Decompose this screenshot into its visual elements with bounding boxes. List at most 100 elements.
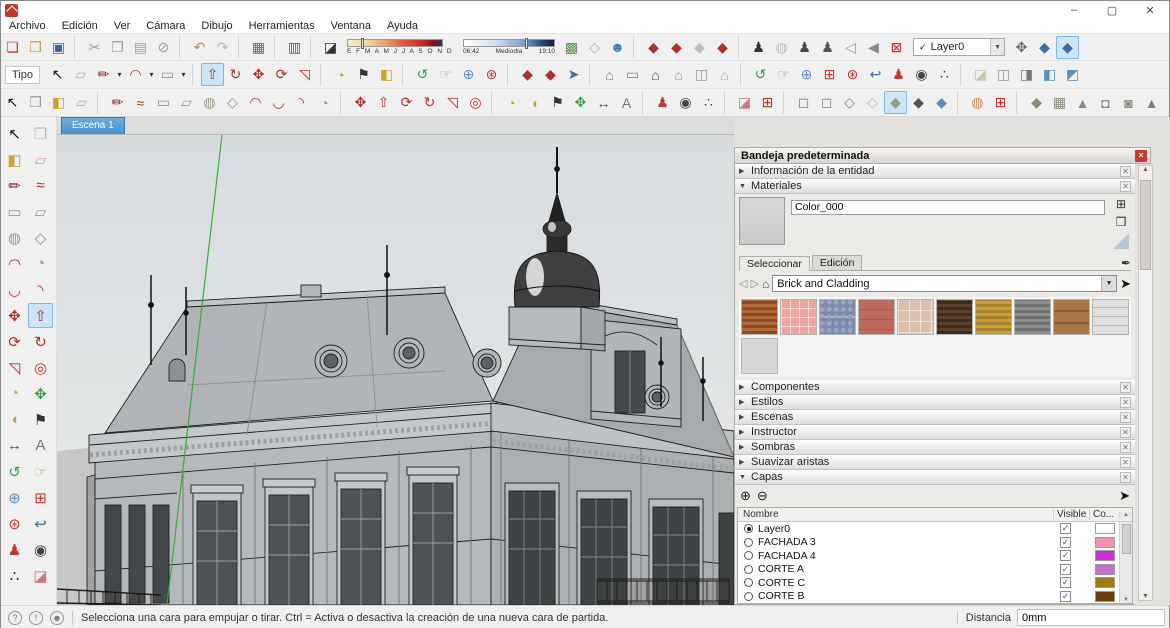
details-arrow-icon[interactable]: ➤ [1120,276,1131,292]
polygon-tool[interactable]: ◇ [28,225,53,250]
materials-tab[interactable]: Edición [812,255,862,270]
export-tool[interactable]: ➤ [562,63,585,86]
text-tool[interactable]: ⚑ [546,91,569,114]
scene-tab[interactable]: Escena 1 [61,117,125,134]
layer-radio[interactable] [744,538,753,547]
view-back-tool[interactable]: ◫ [690,63,713,86]
back-edges-cube-tool[interactable]: ◆ [1033,36,1056,59]
pan-tool[interactable]: ☞ [772,63,795,86]
paint-bucket-tool[interactable]: ◧ [375,63,398,86]
shadow-month-slider[interactable]: E F M A M J J A S O N D [347,39,453,55]
rectangle-tool[interactable]: ▭ [2,199,27,224]
section-close-icon[interactable]: ✕ [1120,166,1131,177]
help-icon[interactable]: ? [8,611,22,625]
zoom-extents-tool[interactable]: ⊛ [841,63,864,86]
info-icon[interactable]: ! [29,611,43,625]
push-pull-tool[interactable]: ⇧ [201,63,224,86]
circle-tool[interactable]: ◍ [2,225,27,250]
display-section-cuts-tool[interactable]: ◨ [1015,63,1038,86]
red-grid-tool[interactable]: ⊞ [989,91,1012,114]
select-tool[interactable]: ↖ [2,121,27,146]
open-file-tool[interactable]: ❒ [24,36,47,59]
panel-section-header[interactable]: ▶ Sombras ✕ [735,440,1135,455]
new-file-tool[interactable]: ❏ [1,36,24,59]
section-close-icon[interactable]: ✕ [1120,181,1131,192]
offset-tool[interactable]: ◎ [28,355,53,380]
eraser-tool[interactable]: ▱ [28,147,53,172]
layer-radio[interactable] [744,551,753,560]
shaded-style-tool[interactable]: ◆ [884,91,907,114]
details-arrow-icon[interactable]: ➤ [1119,488,1130,504]
layer-visible-checkbox[interactable]: ✓ [1060,523,1071,534]
sample-paint-icon[interactable]: ✒ [1121,256,1131,270]
axes-tool[interactable]: ✥ [28,381,53,406]
month-slider-handle[interactable] [361,38,364,49]
layer-color-swatch[interactable] [1095,577,1115,588]
print-tool[interactable]: ▦ [247,36,270,59]
layer-visible-checkbox[interactable]: ✓ [1060,537,1071,548]
view-top-tool[interactable]: ▭ [621,63,644,86]
eraser-tool[interactable]: ▱ [69,63,92,86]
view-left-tool[interactable]: ⌂ [713,63,736,86]
scroll-thumb[interactable] [1122,524,1131,554]
look-around-tool[interactable]: ◉ [674,91,697,114]
orbit-tool[interactable]: ↺ [411,63,434,86]
stamp-tool[interactable]: ◘ [1094,91,1117,114]
follow-me-tool[interactable]: ↻ [28,329,53,354]
default-material-arrow-icon[interactable] [1113,233,1129,249]
layer-row[interactable]: CORTE C ✓ [738,576,1119,590]
3d-text-tool[interactable]: A [28,433,53,458]
three-point-arc-tool[interactable]: ◝ [28,277,53,302]
tape-measure-tool[interactable]: ◔ [500,91,523,114]
layer-row[interactable]: Layer0 ✓ [738,522,1119,536]
layer-color-swatch[interactable] [1095,564,1115,575]
layer-visible-checkbox[interactable]: ✓ [1060,591,1071,602]
follow-me-tool[interactable]: ↻ [418,91,441,114]
paint-bucket-tool[interactable]: ◧ [2,147,27,172]
shadow-time-slider[interactable]: 06:42 Mediodía 19:10 [463,39,555,55]
section-close-icon[interactable]: ✕ [1120,457,1131,468]
section-layers[interactable]: ▼ Capas ✕ [735,470,1135,485]
freehand-tool[interactable]: ≈ [28,173,53,198]
close-button[interactable]: ✕ [1131,1,1169,19]
material-pink-pavers[interactable] [780,299,817,335]
section-plane-tool[interactable]: ⊠ [885,36,908,59]
tape-measure-tool[interactable]: ◔ [2,381,27,406]
maximize-button[interactable]: ▢ [1093,1,1131,19]
view-front-tool[interactable]: ⌂ [644,63,667,86]
forward-icon[interactable]: ▷ [750,277,758,290]
previous-view-tool[interactable]: ↩ [864,63,887,86]
panel-section-header[interactable]: ▶ Estilos ✕ [735,395,1135,410]
section-close-icon[interactable]: ✕ [1120,427,1131,438]
line-tool[interactable]: ✏ [106,91,129,114]
flip-edge-tool[interactable]: ⊠ [1163,91,1169,114]
expand-arrow-icon[interactable]: ▶ [739,443,751,451]
smoove-tool[interactable]: ▲ [1071,91,1094,114]
face-camera-tool[interactable]: ◁ [839,36,862,59]
camera-figure-2-tool[interactable]: ♟ [816,36,839,59]
xray-cube-tool[interactable]: ◆ [1056,36,1079,59]
menu-item[interactable]: Herramientas [241,20,323,32]
orbit-tool[interactable]: ↺ [749,63,772,86]
shadow-toggle-tool[interactable]: ◪ [319,36,342,59]
material-plaster[interactable] [741,338,778,374]
menu-item[interactable]: Edición [54,20,106,32]
layer-dropdown[interactable]: ✓ Layer0 ▼ [913,38,1005,56]
section-outer-tool[interactable]: ◩ [1061,63,1084,86]
section-close-icon[interactable]: ✕ [1120,382,1131,393]
tray-title-bar[interactable]: Bandeja predeterminada ✕ [734,147,1151,164]
layer-color-swatch[interactable] [1095,550,1115,561]
view-iso-tool[interactable]: ⌂ [598,63,621,86]
two-point-arc-tool[interactable]: ◡ [2,277,27,302]
pan-tool[interactable]: ☞ [434,63,457,86]
menu-item[interactable]: Archivo [1,20,54,32]
collection-dropdown[interactable]: Brick and Cladding ▼ [772,275,1117,292]
walk-tool[interactable]: ∴ [933,63,956,86]
material-brown-cladding[interactable] [1053,299,1090,335]
panel-section-header[interactable]: ▶ Componentes ✕ [735,380,1135,395]
position-camera-tool[interactable]: ♟ [651,91,674,114]
menu-item[interactable]: Ayuda [379,20,426,32]
viewport[interactable]: Escena 1 [57,117,734,605]
move-tool[interactable]: ✥ [349,91,372,114]
zoom-tool[interactable]: ⊕ [2,485,27,510]
